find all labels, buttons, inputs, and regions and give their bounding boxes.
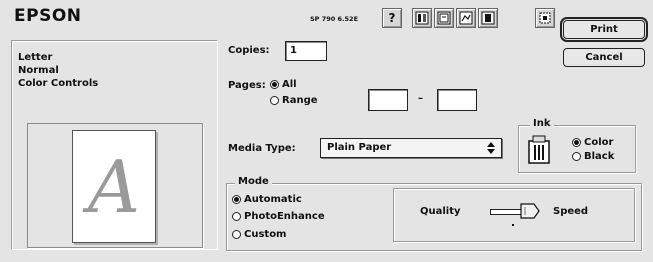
mode-custom-label: Custom (244, 229, 287, 240)
ink-black-indicator (572, 152, 581, 161)
pages-all-indicator (270, 80, 279, 89)
custom-settings-button[interactable] (535, 8, 555, 28)
quality-speed-slider-thumb[interactable] (520, 203, 540, 219)
mode-automatic-radio[interactable]: Automatic (232, 194, 302, 205)
copies-label: Copies: (228, 45, 270, 56)
help-icon: ? (388, 11, 396, 25)
pages-all-radio[interactable]: All (270, 79, 297, 90)
mode-automatic-label: Automatic (244, 194, 302, 205)
quality-label: Quality (420, 206, 461, 217)
mode-photoenhance-indicator (232, 212, 241, 221)
mode-photoenhance-radio[interactable]: PhotoEnhance (232, 211, 325, 222)
ink-black-radio[interactable]: Black (572, 151, 614, 162)
mode-custom-radio[interactable]: Custom (232, 229, 286, 240)
mode-title: Mode (235, 176, 272, 187)
media-type-label: Media Type: (228, 143, 296, 154)
ink-color-radio[interactable]: Color (572, 137, 613, 148)
pages-label: Pages: (228, 80, 266, 91)
range-to-field[interactable] (437, 89, 477, 111)
print-button[interactable]: Print (560, 17, 648, 42)
brand-title: EPSON (14, 6, 82, 26)
utility-icon (481, 11, 495, 25)
ink-cartridge-icon (528, 135, 550, 164)
background-printing-button[interactable] (456, 8, 476, 28)
summary-color-mode: Color Controls (18, 78, 99, 89)
ink-color-label: Color (584, 137, 614, 148)
speed-label: Speed (553, 206, 589, 217)
slider-tick-mark (512, 224, 514, 226)
print-preview-icon (437, 11, 451, 25)
summary-paper-size: Letter (18, 52, 53, 63)
mode-automatic-indicator (232, 195, 241, 204)
ink-color-indicator (572, 138, 581, 147)
media-type-select[interactable]: Plain Paper (320, 138, 502, 158)
range-dash: – (418, 93, 423, 104)
custom-settings-icon (539, 12, 551, 24)
page-preview: A (72, 130, 156, 243)
updown-arrows-icon (487, 142, 495, 154)
mode-photoenhance-label: PhotoEnhance (244, 211, 325, 222)
pages-range-radio[interactable]: Range (270, 95, 318, 106)
preview-glyph: A (88, 144, 140, 229)
background-printing-icon (459, 11, 473, 25)
range-from-field[interactable] (368, 89, 408, 111)
ink-black-label: Black (584, 151, 615, 162)
utility-button[interactable] (478, 8, 498, 28)
ink-title: Ink (530, 118, 554, 129)
driver-version: SP 790 6.52E (310, 15, 359, 23)
page-layout-button[interactable] (412, 8, 432, 28)
help-button[interactable]: ? (382, 8, 402, 28)
mode-custom-indicator (232, 230, 241, 239)
pages-range-label: Range (282, 95, 318, 106)
copies-field[interactable]: 1 (285, 41, 327, 61)
print-preview-button[interactable] (434, 8, 454, 28)
media-type-value: Plain Paper (327, 142, 392, 153)
pages-range-indicator (270, 96, 279, 105)
summary-quality: Normal (18, 65, 59, 76)
cancel-button[interactable]: Cancel (563, 48, 645, 67)
pages-all-label: All (282, 79, 297, 90)
page-layout-icon (415, 11, 429, 25)
